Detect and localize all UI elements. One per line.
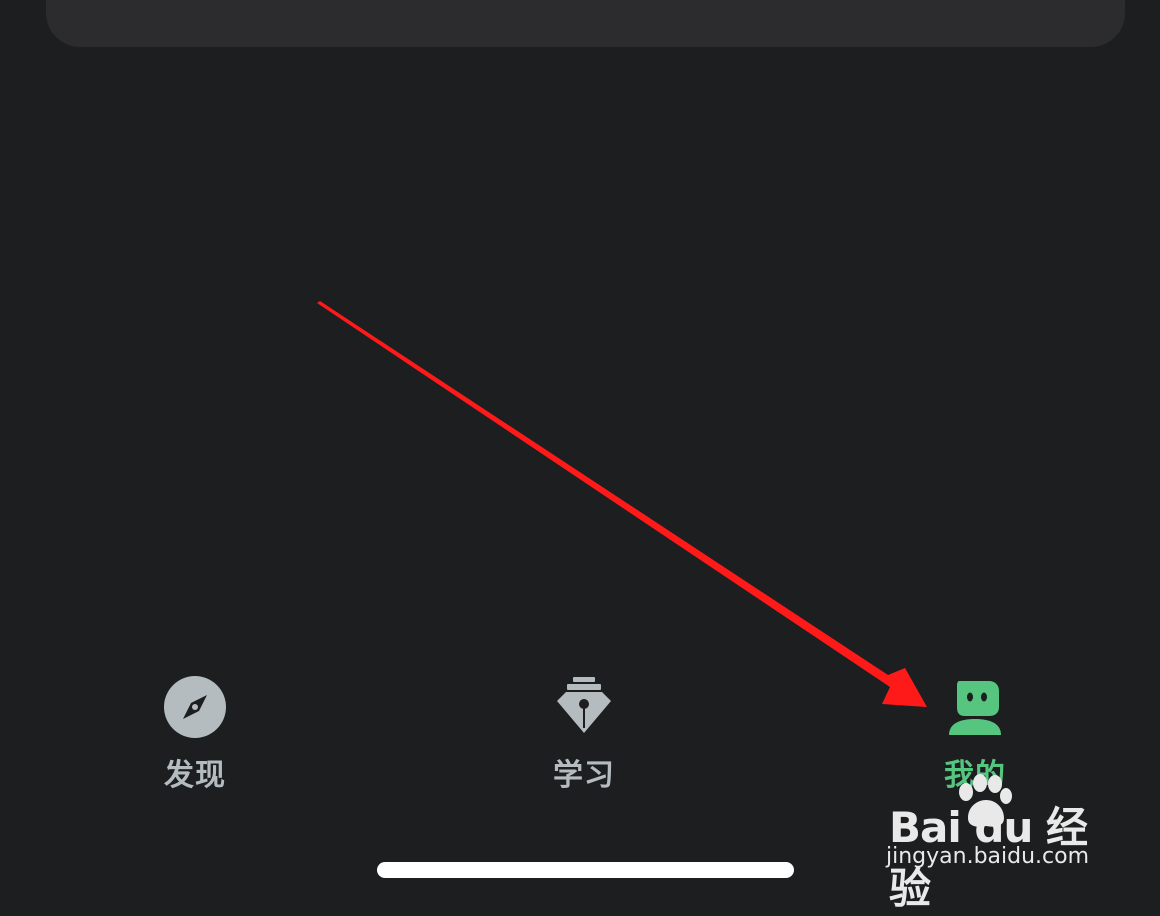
pen-nib-icon <box>557 677 611 733</box>
top-card <box>46 0 1125 47</box>
tab-discover-label: 发现 <box>164 758 226 793</box>
watermark-logo: Bai du 经验 <box>889 803 1088 913</box>
tab-learn-label: 学习 <box>553 758 615 793</box>
tab-learn[interactable]: 学习 <box>514 670 654 795</box>
tab-mine-label: 我的 <box>944 758 1006 793</box>
watermark-url: jingyan.baidu.com <box>886 844 1090 869</box>
bottom-tab-bar: 发现 学习 我的 <box>0 670 1160 800</box>
tab-mine[interactable]: 我的 <box>905 670 1045 795</box>
home-indicator[interactable] <box>377 862 794 878</box>
compass-icon <box>164 676 226 738</box>
tab-discover[interactable]: 发现 <box>125 670 265 795</box>
profile-icon <box>949 681 1001 735</box>
